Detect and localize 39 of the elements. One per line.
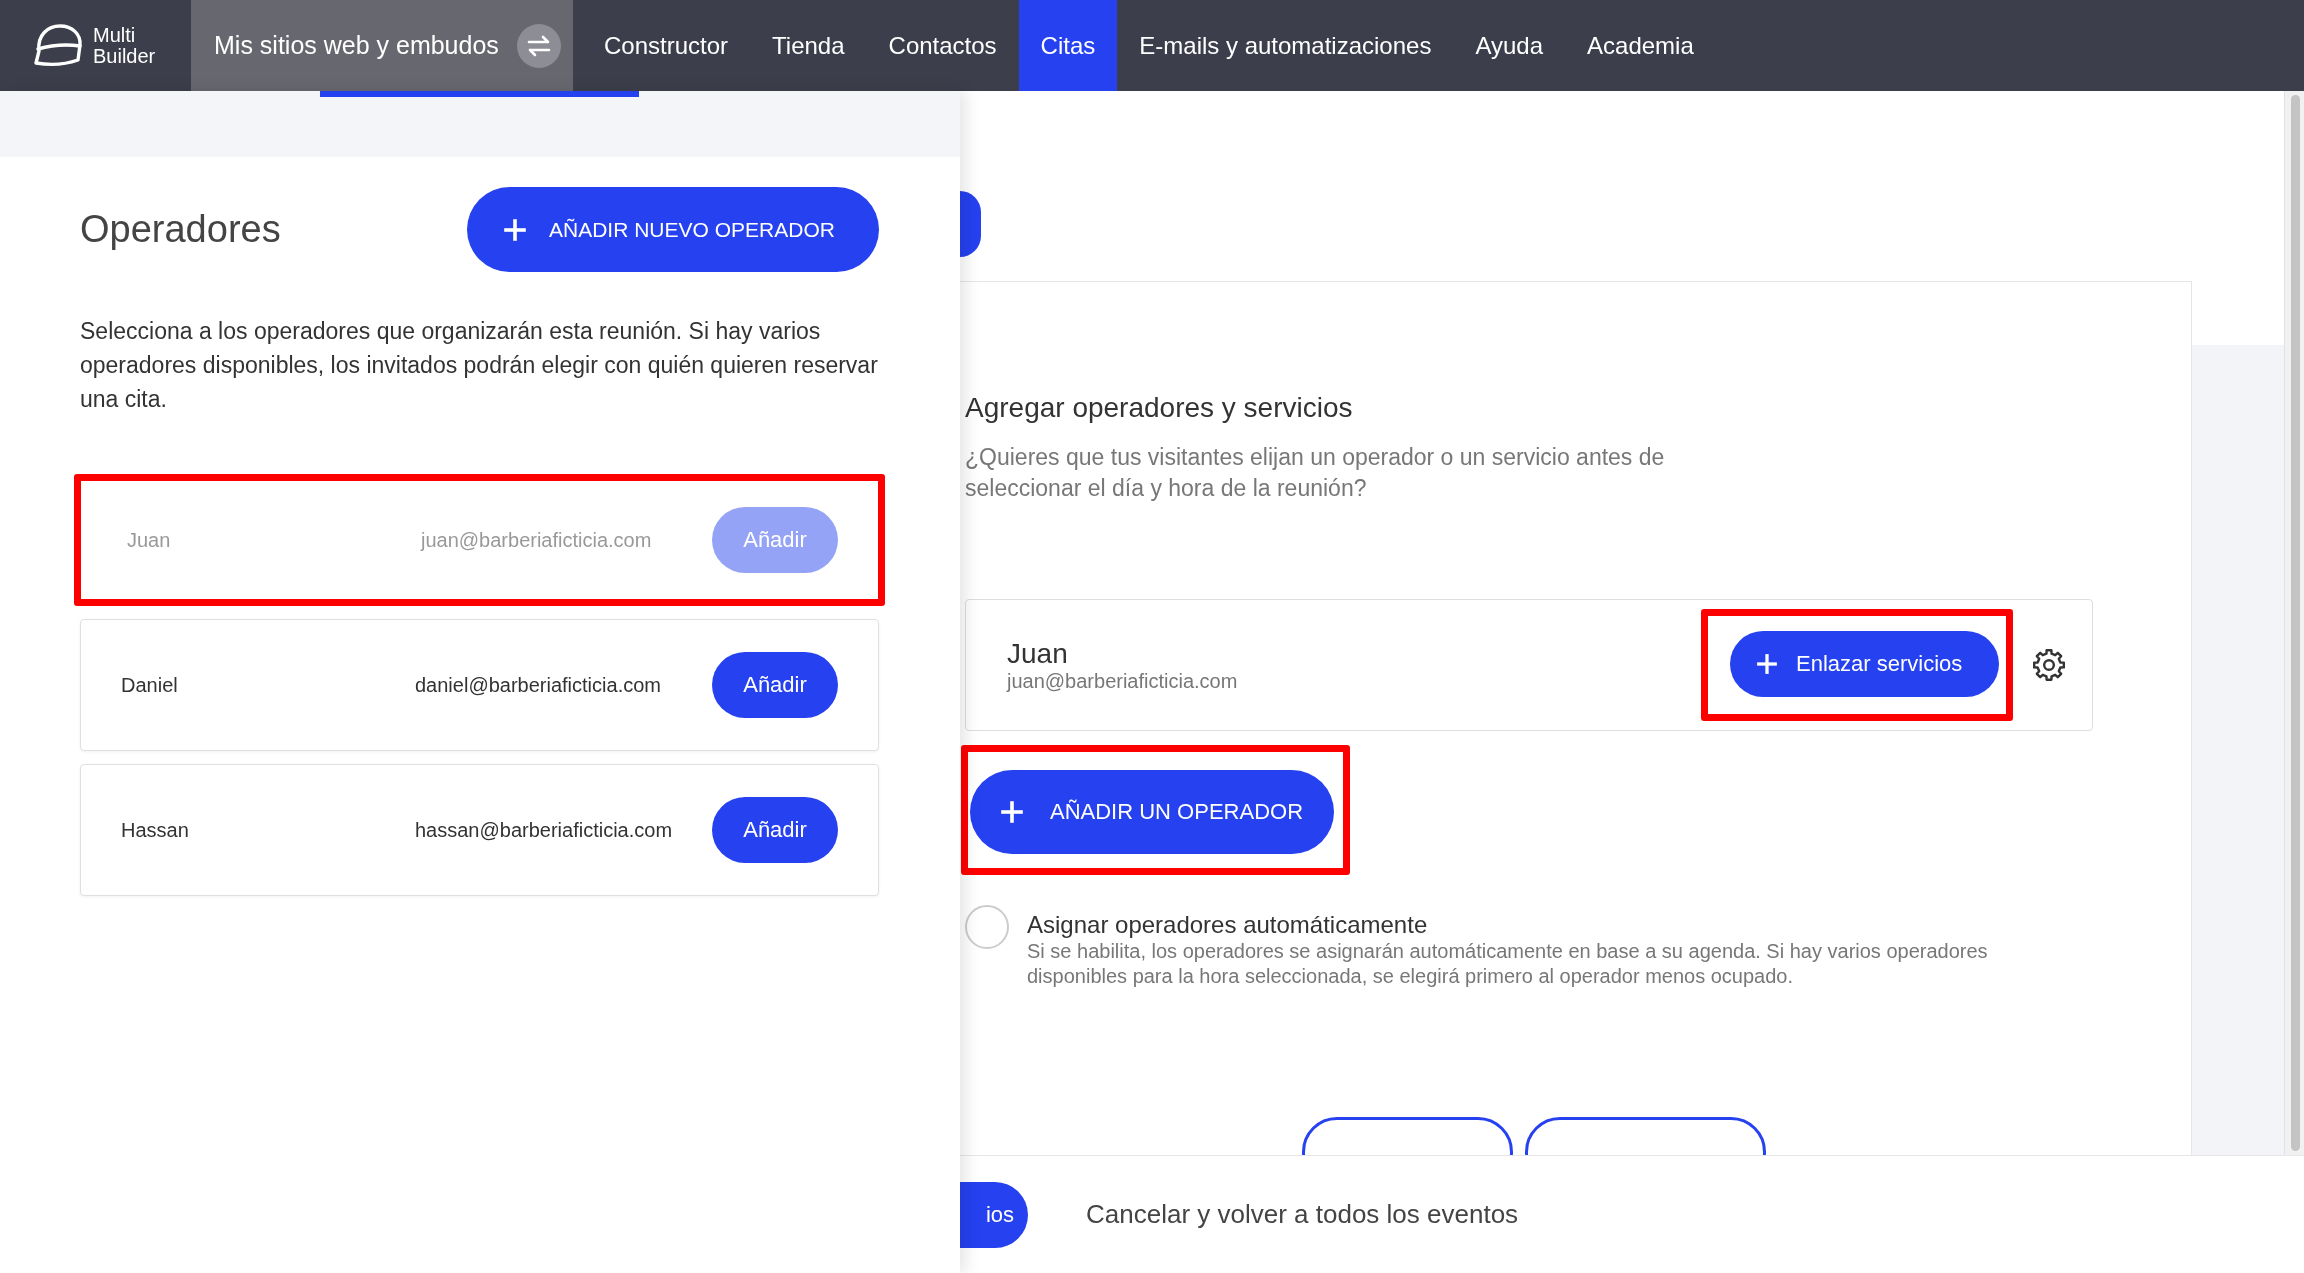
plus-icon (1000, 800, 1024, 824)
settings-icon[interactable] (2032, 648, 2066, 682)
operator-name: Daniel (121, 673, 179, 697)
link-services-button[interactable]: Enlazar servicios (1730, 631, 1999, 697)
logo-text: Multi Builder (93, 24, 156, 67)
add-operator-button[interactable]: AÑADIR UN OPERADOR (970, 770, 1334, 854)
nav-tab[interactable]: Academia (1565, 0, 1716, 91)
radio-button[interactable] (965, 905, 1009, 949)
nav-tab[interactable]: Citas (1018, 0, 1118, 91)
nav-tab[interactable]: E-mails y automatizaciones (1117, 0, 1454, 91)
plus-icon (1756, 653, 1778, 675)
option-label: Asignar operadores automáticamente (1027, 911, 1429, 939)
scrollbar-thumb[interactable] (2290, 95, 2300, 1151)
operator-name: Juan (127, 528, 172, 552)
cancel-link[interactable]: Cancelar y volver a todos los eventos (1086, 1199, 1519, 1230)
nav-tab[interactable]: Contactos (866, 0, 1019, 91)
operator-email: juan@barberiaficticia.com (421, 528, 653, 552)
nav-tab[interactable]: Constructor (582, 0, 751, 91)
option-description: Si se habilita, los operadores se asignarán automáticamente en base a su agenda. Si hay varios operadores disponibles para la hora seleccionada, se elegirá primero al operador menos ocupado. (1027, 939, 1989, 989)
operator-email: daniel@barberiaficticia.com (415, 673, 662, 697)
section-title: Agregar operadores y servicios (965, 392, 1353, 424)
round-button[interactable] (960, 191, 981, 257)
add-new-operator-button[interactable]: AÑADIR NUEVO OPERADOR (467, 187, 879, 272)
operator-name: Juan (1007, 637, 1069, 670)
panel-title: Operadores (80, 208, 281, 251)
add-button[interactable]: Añadir (712, 652, 838, 718)
save-button[interactable]: ios (960, 1181, 1028, 1248)
logo-icon (32, 22, 84, 69)
site-switcher[interactable]: Mis sitios web y embudos (191, 0, 573, 91)
operator-email: juan@barberiaficticia.com (1007, 669, 1239, 693)
nav-tab[interactable]: Tienda (750, 0, 867, 91)
section-description: ¿Quieres que tus visitantes elijan un operador o un servicio antes de seleccionar el día y hora de la reunión? (965, 443, 1666, 503)
operator-name: Hassan (121, 818, 190, 842)
swap-icon (516, 23, 561, 68)
add-button[interactable]: Añadir (712, 797, 838, 863)
nav-tab[interactable]: Ayuda (1453, 0, 1566, 91)
panel-description: Selecciona a los operadores que organizarán esta reunión. Si hay varios operadores disponibles, los invitados podrán elegir con quién quieren reservar una cita. (80, 317, 879, 414)
operator-email: hassan@barberiaficticia.com (415, 818, 674, 842)
plus-icon (503, 217, 527, 242)
